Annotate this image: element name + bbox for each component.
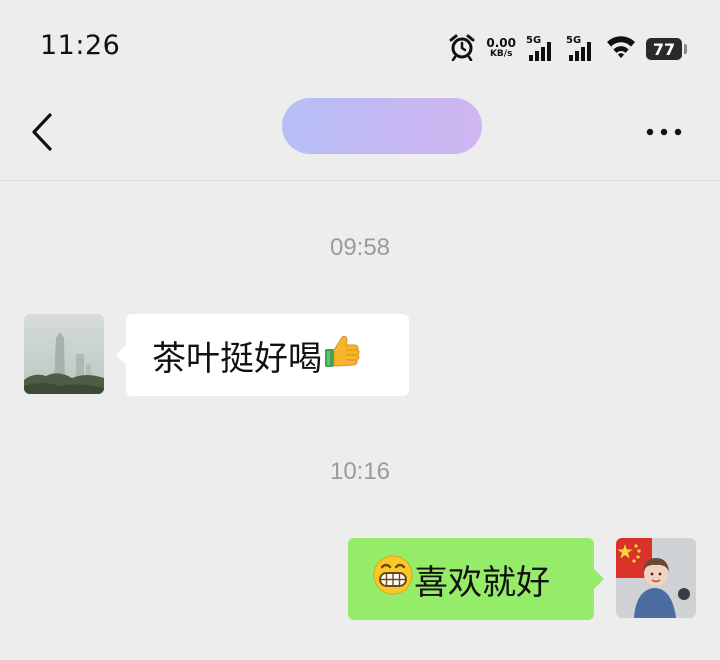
incoming-message-bubble[interactable]: 茶叶挺好喝 [116, 314, 409, 396]
status-bar: 11:26 0.00 KB/s 5G 5G 77 [0, 0, 720, 96]
status-time: 11:26 [40, 30, 121, 61]
cellular-signal-icon: 5G [566, 35, 596, 63]
battery-icon: 77 [646, 38, 687, 60]
back-button[interactable] [26, 110, 66, 154]
contact-name-redacted [282, 98, 482, 154]
status-icons: 0.00 KB/s 5G 5G 77 [448, 33, 687, 65]
alarm-icon [448, 33, 476, 65]
chevron-left-icon [32, 113, 52, 151]
thumbs-up-emoji [322, 331, 362, 380]
message-text: 喜欢就好 [414, 562, 550, 603]
grinning-face-emoji [372, 554, 414, 605]
more-button[interactable] [644, 118, 684, 146]
message-timestamp: 09:58 [329, 234, 391, 261]
battery-level: 77 [652, 39, 676, 59]
contact-avatar[interactable] [24, 314, 104, 394]
message-text: 茶叶挺好喝 [152, 338, 322, 379]
cellular-signal-icon: 5G [526, 35, 556, 63]
my-avatar[interactable] [616, 538, 696, 618]
chat-header [0, 96, 720, 181]
more-horizontal-icon [646, 128, 682, 136]
network-speed-value: 0.00 [486, 36, 516, 50]
message-timestamp: 10:16 [329, 458, 391, 485]
outgoing-message-bubble[interactable]: 喜欢就好 [348, 538, 604, 620]
network-speed: 0.00 KB/s [486, 36, 516, 60]
network-speed-unit: KB/s [489, 49, 513, 59]
wifi-icon [606, 34, 636, 64]
